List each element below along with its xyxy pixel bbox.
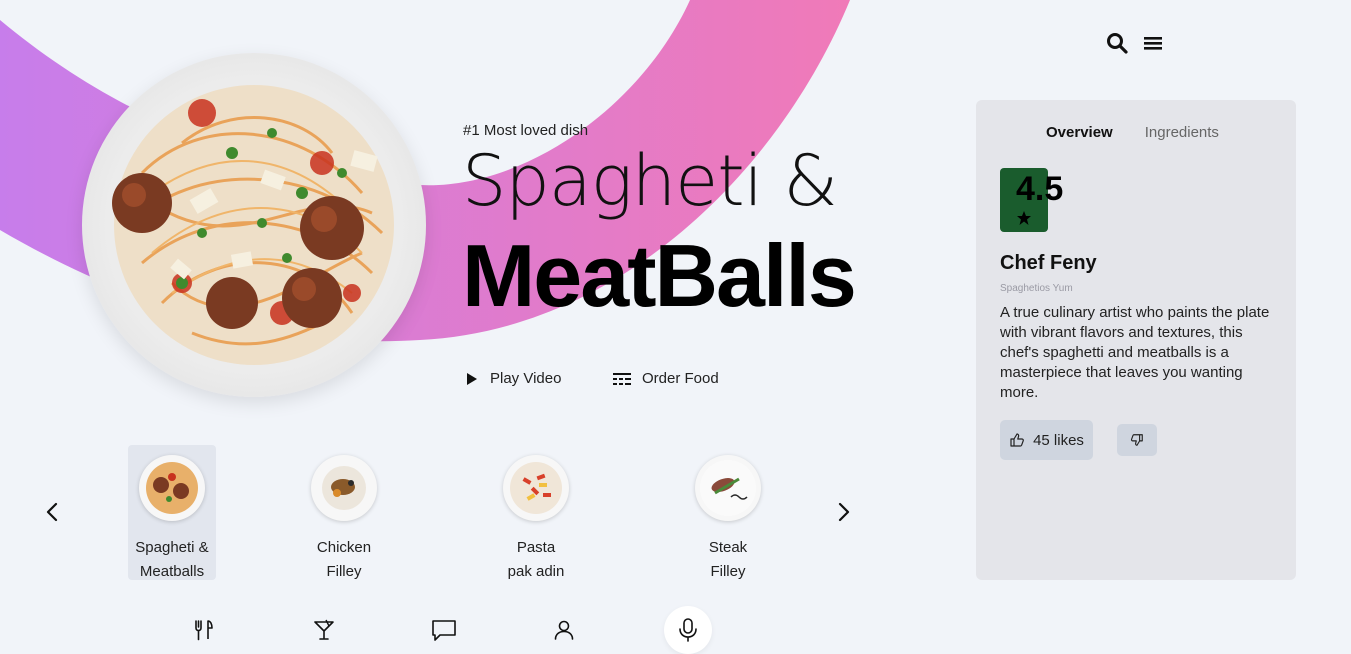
chicken-thumbnail <box>311 455 377 521</box>
carousel-item-label: Chicken <box>316 539 372 556</box>
carousel-item-label: Steak <box>708 539 748 556</box>
chevron-right-icon <box>838 502 850 522</box>
chat-icon[interactable] <box>431 618 457 642</box>
carousel-item-chicken[interactable]: Chicken Filley <box>300 445 388 580</box>
tab-overview[interactable]: Overview <box>1046 124 1113 141</box>
microphone-icon <box>679 618 697 642</box>
chef-name: Chef Feny <box>1000 252 1097 274</box>
carousel-next-button[interactable] <box>836 500 852 529</box>
likes-count: 45 likes <box>1033 431 1084 449</box>
carousel-item-steak[interactable]: Steak Filley <box>684 445 772 580</box>
like-button[interactable]: 45 likes <box>1000 420 1093 460</box>
menu-icon[interactable] <box>1142 32 1164 54</box>
rating-value: 4.5 <box>1016 170 1064 208</box>
thumbs-up-icon <box>1010 433 1024 447</box>
dislike-button[interactable] <box>1117 424 1157 456</box>
cocktail-icon[interactable] <box>312 618 336 642</box>
play-video-button[interactable]: Play Video <box>464 370 561 387</box>
order-list-icon <box>612 371 632 387</box>
tab-ingredients[interactable]: Ingredients <box>1145 124 1219 141</box>
carousel-item-spaghetti[interactable]: Spagheti & Meatballs <box>128 445 216 580</box>
pasta-thumbnail <box>503 455 569 521</box>
steak-thumbnail <box>695 455 761 521</box>
carousel-item-label: pak adin <box>507 563 565 580</box>
carousel-item-label: Filley <box>326 563 362 580</box>
order-food-button[interactable]: Order Food <box>612 370 719 387</box>
hero-tagline: #1 Most loved dish <box>463 122 589 139</box>
carousel-item-label: Spagheti & <box>135 539 209 556</box>
carousel-item-label: Filley <box>710 563 746 580</box>
hero-title-line1: Spagheti & <box>462 140 838 222</box>
cutlery-icon[interactable] <box>192 618 216 642</box>
star-icon <box>1017 211 1031 225</box>
carousel-item-label: Meatballs <box>139 563 205 580</box>
carousel-prev-button[interactable] <box>44 500 60 529</box>
search-icon[interactable] <box>1106 32 1128 54</box>
microphone-button[interactable] <box>664 606 712 654</box>
hero-title-line2: MeatBalls <box>462 226 857 325</box>
hero-dish-image <box>82 53 426 397</box>
order-food-label: Order Food <box>642 370 719 387</box>
user-icon[interactable] <box>552 618 576 642</box>
thumbs-down-icon <box>1130 434 1143 446</box>
chef-description: A true culinary artist who paints the pl… <box>1000 304 1270 401</box>
play-video-label: Play Video <box>490 370 562 387</box>
spaghetti-thumbnail <box>139 455 205 521</box>
carousel-item-label: Pasta <box>516 539 556 556</box>
carousel-item-pasta[interactable]: Pasta pak adin <box>492 445 580 580</box>
chevron-left-icon <box>46 502 58 522</box>
restaurant-name: Spaghetios Yum <box>1000 283 1073 294</box>
play-icon <box>464 371 480 387</box>
dish-info-panel: Overview Ingredients 4.5 Chef Feny Spagh… <box>976 100 1296 580</box>
